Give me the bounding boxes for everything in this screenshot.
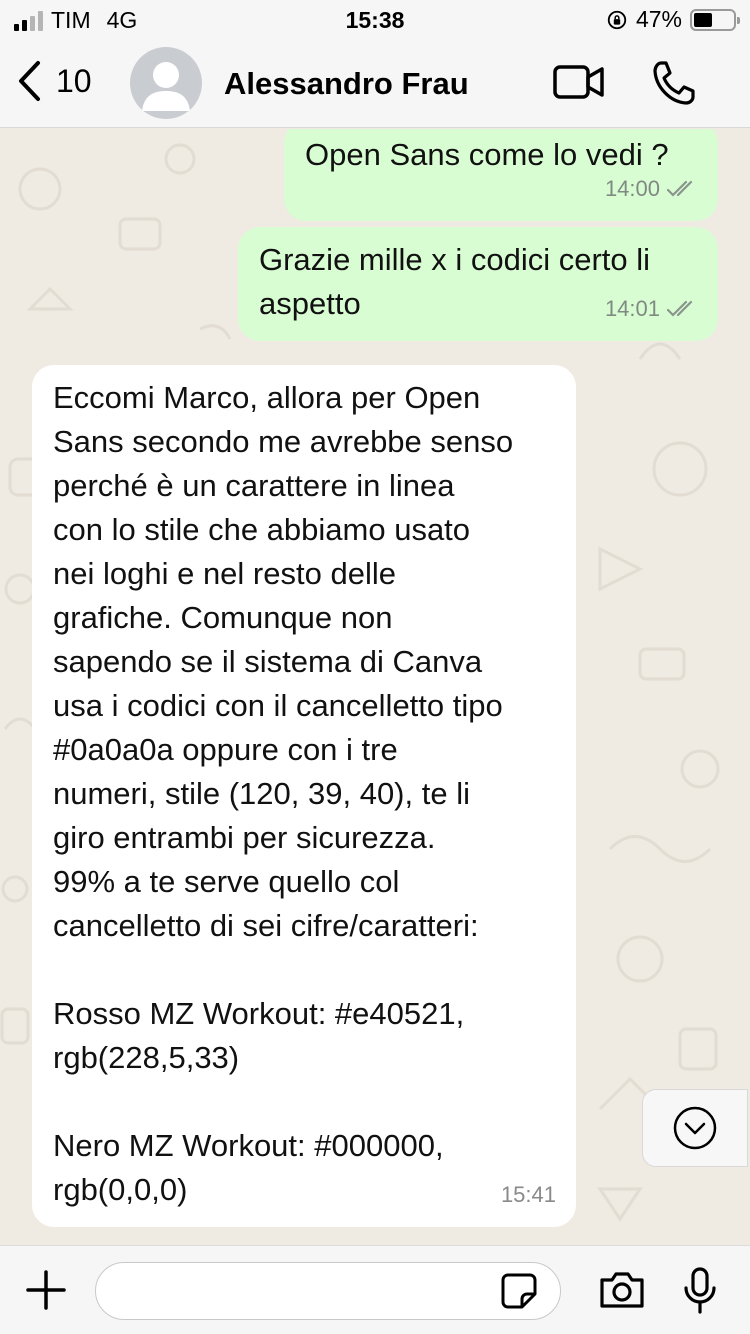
- message-meta: 14:01: [605, 287, 698, 331]
- person-icon: [142, 62, 190, 111]
- message-time: 14:00: [604, 176, 660, 201]
- back-button[interactable]: 10: [16, 60, 92, 102]
- voice-call-button[interactable]: [652, 60, 696, 111]
- message-bubble-incoming[interactable]: Eccomi Marco, allora per Open Sans secon…: [32, 365, 576, 1227]
- chat-header: 10 Alessandro Frau: [0, 40, 750, 128]
- battery-fill: [694, 12, 712, 27]
- double-check-icon: [666, 180, 693, 197]
- message-text: Eccomi Marco, allora per Open Sans secon…: [53, 380, 514, 1207]
- battery-icon: [690, 8, 740, 31]
- message-bubble-outgoing[interactable]: Open Sans come lo vedi ? 14:00: [284, 129, 718, 221]
- camera-icon: [600, 1272, 644, 1308]
- unread-count: 10: [56, 62, 92, 99]
- chevron-down-circle-icon: [673, 1106, 717, 1150]
- contact-name[interactable]: Alessandro Frau: [224, 66, 469, 102]
- message-meta: 14:00: [605, 167, 698, 211]
- orientation-lock-icon: [607, 10, 627, 29]
- phone-icon: [653, 61, 695, 105]
- video-call-button[interactable]: [552, 62, 606, 107]
- message-input[interactable]: [95, 1262, 561, 1320]
- message-bubble-outgoing[interactable]: Grazie mille x i codici certo li aspetto…: [238, 227, 718, 341]
- scroll-to-bottom-button[interactable]: [642, 1089, 748, 1167]
- status-right: 47%: [606, 6, 740, 33]
- double-check-icon: [666, 300, 693, 317]
- message-text: Grazie mille x i codici certo li aspetto: [259, 242, 651, 321]
- avatar[interactable]: [130, 47, 202, 119]
- plus-icon: [26, 1270, 66, 1310]
- sticker-button[interactable]: [500, 1272, 538, 1315]
- status-bar: TIM 4G 15:38 47%: [0, 0, 750, 40]
- chevron-left-icon: [19, 61, 40, 101]
- composer-bar: [0, 1245, 750, 1334]
- sticker-icon: [501, 1273, 537, 1309]
- microphone-icon: [684, 1267, 716, 1314]
- camera-button[interactable]: [598, 1270, 646, 1315]
- attach-button[interactable]: [24, 1268, 68, 1317]
- message-meta: 15:41: [501, 1173, 556, 1217]
- microphone-button[interactable]: [682, 1266, 718, 1321]
- message-time: 14:01: [604, 296, 660, 321]
- message-time: 15:41: [500, 1182, 556, 1207]
- battery-percent: 47%: [635, 6, 682, 32]
- chat-area[interactable]: Open Sans come lo vedi ? 14:00 Grazie mi…: [0, 129, 750, 1245]
- video-camera-icon: [553, 65, 604, 99]
